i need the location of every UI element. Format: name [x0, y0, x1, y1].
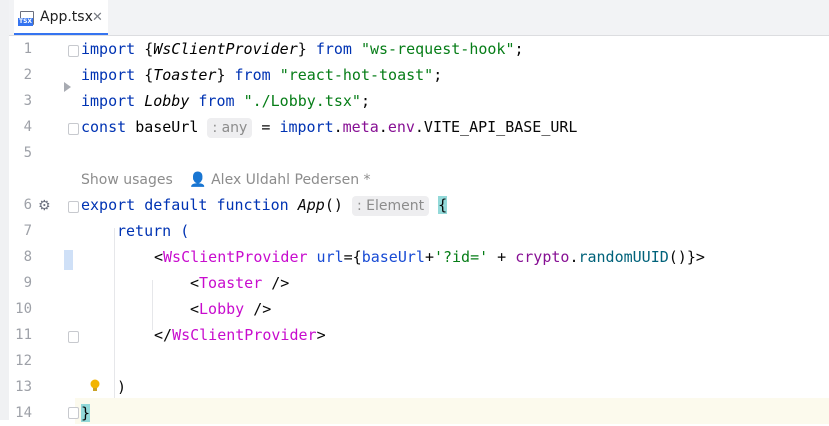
- return-type-hint: : Element: [351, 196, 430, 216]
- line-number: 1: [23, 41, 32, 57]
- code-line-6[interactable]: export default function App() : Element …: [81, 192, 448, 218]
- line-number: 13: [15, 379, 32, 395]
- author-icon: 👤: [189, 172, 207, 188]
- code-line-8[interactable]: <WsClientProvider url={baseUrl+'?id=' + …: [154, 244, 705, 270]
- code-line-11[interactable]: </WsClientProvider>: [154, 322, 326, 348]
- change-marker: [64, 250, 73, 270]
- indent-guide: [114, 228, 115, 398]
- code-line-7[interactable]: return (: [117, 218, 189, 244]
- type-hint: : any: [207, 118, 253, 138]
- current-line-highlight: [75, 398, 829, 424]
- code-line-14[interactable]: }: [81, 400, 91, 426]
- code-line-10[interactable]: <Lobby />: [190, 296, 271, 322]
- line-number: 14: [15, 405, 32, 421]
- editor-tab-bar: [0, 0, 829, 36]
- line-number: 6: [23, 197, 32, 213]
- line-number: 5: [23, 145, 32, 161]
- code-line-2[interactable]: import {Toaster} from "react-hot-toast";: [81, 62, 442, 88]
- line-number: 8: [23, 249, 32, 265]
- line-number: 3: [23, 93, 32, 109]
- fold-toggle-icon[interactable]: [68, 123, 79, 135]
- intention-bulb-icon[interactable]: [89, 378, 101, 392]
- code-vision-usages[interactable]: Show usages 👤 Alex Uldahl Pedersen *: [81, 172, 371, 188]
- fold-toggle-icon[interactable]: [68, 331, 79, 343]
- line-number: 11: [15, 327, 32, 343]
- line-number: 2: [23, 67, 32, 83]
- code-line-4[interactable]: const baseUrl : any = import.meta.env.VI…: [81, 114, 577, 140]
- code-line-9[interactable]: <Toaster />: [190, 270, 289, 296]
- tab-app-tsx[interactable]: TSX App.tsx ✕: [14, 0, 108, 35]
- show-usages-link[interactable]: Show usages: [81, 172, 173, 188]
- tsx-file-icon: TSX: [18, 11, 34, 26]
- fold-toggle-icon[interactable]: [68, 45, 79, 57]
- tab-label: App.tsx: [40, 9, 93, 25]
- author-label[interactable]: Alex Uldahl Pedersen *: [211, 172, 370, 188]
- indent-guide: [152, 280, 153, 330]
- line-number: 10: [15, 301, 32, 317]
- tool-window-strip: [0, 0, 9, 420]
- fold-toggle-icon[interactable]: [68, 407, 79, 419]
- line-number: 4: [23, 119, 32, 135]
- related-files-icon[interactable]: ⚙: [38, 198, 51, 214]
- line-number: 7: [23, 223, 32, 239]
- code-line-1[interactable]: import {WsClientProvider} from "ws-reque…: [81, 36, 524, 62]
- code-line-13[interactable]: ): [117, 374, 126, 400]
- code-line-3[interactable]: import Lobby from "./Lobby.tsx";: [81, 88, 370, 114]
- fold-arrow-icon[interactable]: [64, 82, 71, 92]
- line-number: 9: [23, 275, 32, 291]
- line-number: 12: [15, 353, 32, 369]
- close-icon[interactable]: ✕: [92, 10, 103, 25]
- fold-toggle-icon[interactable]: [68, 201, 79, 213]
